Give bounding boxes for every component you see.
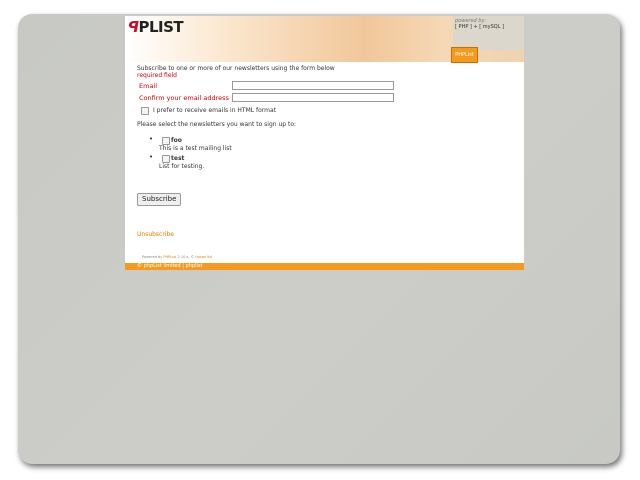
unsubscribe-link[interactable]: Unsubscribe xyxy=(137,231,174,238)
email-field[interactable] xyxy=(232,81,394,90)
list-name-foo: foo xyxy=(171,137,182,144)
list-name-test: test xyxy=(171,155,185,162)
powered-by-box: powered by: [ PHP ] + [ mySQL ] xyxy=(453,16,524,50)
phplist-page: ꟼPLIST powered by: [ PHP ] + [ mySQL ] P… xyxy=(125,16,524,270)
list-checkbox-test[interactable] xyxy=(162,155,170,163)
required-field-note: required field xyxy=(137,72,177,79)
phplist-logo[interactable]: ꟼPLIST xyxy=(128,18,184,36)
html-format-label: I prefer to receive emails in HTML forma… xyxy=(153,107,277,114)
powered-product-link[interactable]: PHPList xyxy=(163,255,176,259)
logo-list: PLIST xyxy=(138,18,184,36)
email-label: Email xyxy=(139,82,158,90)
powered-company-link[interactable]: tincan ltd xyxy=(195,255,212,259)
powered-version: 2.10.x xyxy=(177,255,189,259)
list-bullet: • xyxy=(149,135,154,143)
page-header: ꟼPLIST powered by: [ PHP ] + [ mySQL ] P… xyxy=(125,16,524,63)
select-prompt: Please select the newsletters you want t… xyxy=(137,121,297,128)
tech-stack-label: [ PHP ] + [ mySQL ] xyxy=(455,24,505,30)
confirm-email-label: Confirm your email address xyxy=(139,94,229,102)
list-desc-test: List for testing. xyxy=(159,163,205,170)
confirm-email-field[interactable] xyxy=(232,93,394,102)
intro-text: Subscribe to one or more of our newslett… xyxy=(137,65,335,72)
html-format-checkbox[interactable] xyxy=(141,107,149,115)
page-footer: © phpList limited | phplist xyxy=(125,263,524,270)
list-bullet: • xyxy=(149,153,154,161)
powered-sep: , © xyxy=(188,255,195,259)
logo-ph: ꟼ xyxy=(128,18,139,36)
phplist-tab-button[interactable]: PHPList xyxy=(451,47,478,63)
list-checkbox-foo[interactable] xyxy=(162,137,170,145)
powered-line: Powered by PHPList 2.10.x, © tincan ltd xyxy=(142,255,212,259)
powered-prefix: Powered by xyxy=(142,255,163,259)
subscribe-button[interactable]: Subscribe xyxy=(137,193,182,206)
list-desc-foo: This is a test mailing list xyxy=(159,145,232,152)
